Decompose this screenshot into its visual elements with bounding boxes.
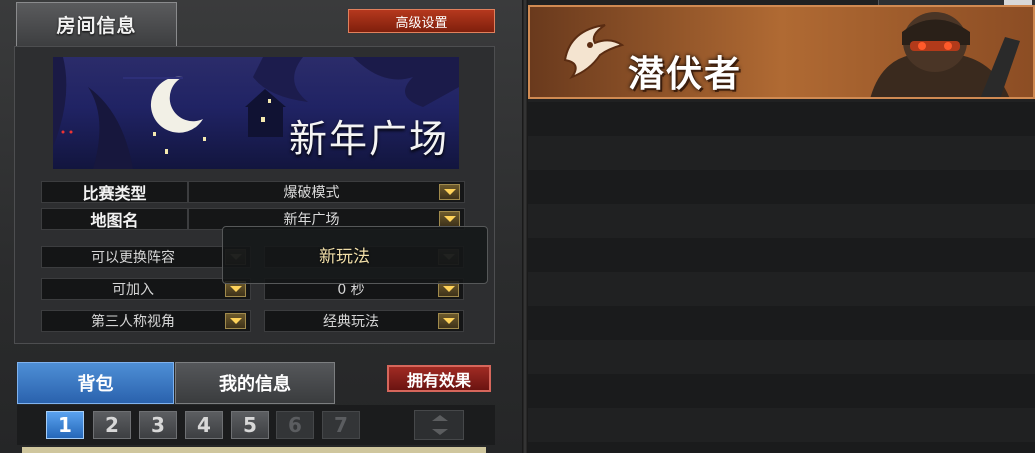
scroll-up-icon[interactable] [432,415,448,421]
bag-content-strip [22,447,486,453]
match-type-select[interactable]: 爆破模式 [188,181,465,203]
page-button-1[interactable]: 1 [46,411,84,439]
leopard-emblem-icon [563,24,625,80]
page-button-5[interactable]: 5 [231,411,269,439]
effects-button[interactable]: 拥有效果 [387,365,491,392]
new-mode-tooltip: 新玩法 [222,226,488,284]
banner-title: 潜伏者 [628,54,743,95]
joinable-option[interactable]: 可加入 [41,278,251,300]
map-name-label: 地图名 [41,208,188,230]
advanced-settings-button[interactable]: 高级设置 [348,9,495,33]
third-person-dropdown-icon[interactable] [225,313,246,329]
page-button-4[interactable]: 4 [185,411,223,439]
third-person-label: 第三人称视角 [91,314,175,330]
map-thumbnail: 新年广场 [53,57,459,169]
soldier-portrait-icon [870,12,1020,97]
tab-my-info[interactable]: 我的信息 [175,362,335,404]
joinable-label: 可加入 [112,282,154,298]
page-button-7: 7 [322,411,360,439]
map-title: 新年广场 [288,117,449,161]
page-button-6: 6 [276,411,314,439]
page-button-3[interactable]: 3 [139,411,177,439]
play-style-dropdown-icon[interactable] [438,313,459,329]
match-type-dropdown-icon[interactable] [439,184,460,200]
change-lineup-label: 可以更换阵容 [91,250,175,266]
third-person-option[interactable]: 第三人称视角 [41,310,251,332]
tab-bag[interactable]: 背包 [17,362,174,404]
match-type-value: 爆破模式 [283,185,340,201]
tooltip-text: 新玩法 [319,247,370,267]
play-style-option[interactable]: 经典玩法 [264,310,464,332]
play-style-value: 经典玩法 [323,314,379,330]
change-lineup-option[interactable]: 可以更换阵容 [41,246,251,268]
map-name-dropdown-icon[interactable] [439,211,460,227]
room-info-tab[interactable]: 房间信息 [16,2,177,46]
faction-banner[interactable]: 潜伏者 [528,5,1035,99]
page-scroll-arrows[interactable] [414,410,464,440]
match-type-label: 比赛类型 [41,181,188,203]
page-button-2[interactable]: 2 [93,411,131,439]
scroll-down-icon[interactable] [432,429,448,435]
